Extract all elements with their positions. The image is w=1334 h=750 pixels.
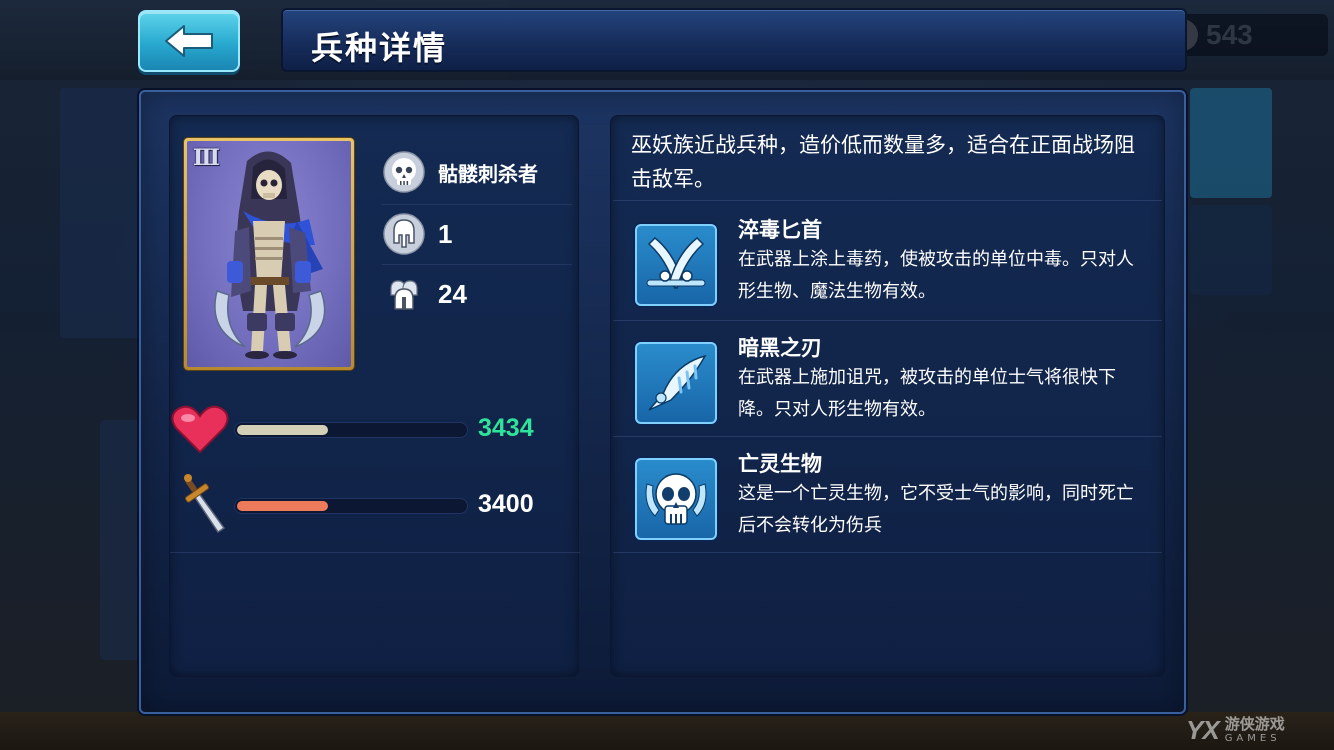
attack-value: 3400	[478, 490, 534, 518]
page-title: 兵种详情	[311, 29, 448, 67]
heart-icon	[171, 405, 229, 454]
unit-description: 巫妖族近战兵种，造价低而数量多，适合在正面战场阻击敌军。	[631, 133, 1135, 191]
skill-item[interactable]: 淬毒匕首 在武器上涂上毒药，使被攻击的单位中毒。只对人形生物、魔法生物有效。	[611, 202, 1166, 320]
divider	[382, 264, 572, 265]
divider	[382, 204, 572, 205]
health-value: 3434	[478, 414, 534, 442]
divider	[170, 552, 580, 553]
skill-name: 暗黑之刃	[738, 336, 822, 360]
watermark: YX 游侠游戏 GAMES	[1186, 712, 1334, 748]
health-bar-fill	[237, 425, 328, 435]
helmet-icon	[382, 212, 426, 256]
skill-item[interactable]: 亡灵生物 这是一个亡灵生物，它不受士气的影响，同时死亡后不会转化为伤兵	[611, 436, 1166, 554]
back-button[interactable]	[138, 10, 240, 72]
poison-dagger-icon	[635, 224, 717, 306]
arrow-left-icon	[165, 25, 213, 57]
skill-name: 亡灵生物	[738, 452, 822, 476]
bg-side-tab	[1190, 205, 1272, 295]
title-banner: 兵种详情	[281, 8, 1187, 72]
skeleton-assassin-figure	[214, 151, 326, 359]
divider	[613, 200, 1162, 201]
divider	[613, 552, 1162, 553]
unit-portrait-card: III	[184, 138, 354, 370]
attack-stat: 3400	[170, 474, 580, 536]
health-stat: 3434	[170, 400, 580, 460]
skill-description: 在武器上涂上毒药，使被攻击的单位中毒。只对人形生物、魔法生物有效。	[738, 249, 1134, 302]
skill-item[interactable]: 暗黑之刃 在武器上施加诅咒，被攻击的单位士气将很快下降。只对人形生物有效。	[611, 320, 1166, 438]
sword-icon	[184, 474, 226, 534]
background-footer	[0, 712, 1334, 750]
unit-detail-frame: III 骷髅刺杀者 1 24 3434 3400 巫妖族近战兵种，造价低而数量多…	[139, 90, 1186, 714]
health-bar	[234, 422, 468, 438]
skill-description: 在武器上施加诅咒，被攻击的单位士气将很快下降。只对人形生物有效。	[738, 367, 1116, 420]
unit-name: 骷髅刺杀者	[438, 161, 538, 186]
unit-stats-panel: III 骷髅刺杀者 1 24 3434 3400	[169, 115, 580, 677]
unit-portrait: III	[187, 141, 351, 367]
unit-name-row: 骷髅刺杀者	[382, 146, 572, 198]
watermark-en: GAMES	[1224, 732, 1281, 744]
attack-bar-fill	[237, 501, 328, 511]
unit-level-row: 1	[382, 208, 572, 260]
bg-left-panel	[60, 88, 142, 338]
watermark-cn: 游侠游戏	[1224, 714, 1285, 733]
unit-population: 24	[438, 278, 467, 309]
undead-skull-icon	[635, 458, 717, 540]
skill-name: 淬毒匕首	[738, 218, 822, 242]
skill-description: 这是一个亡灵生物，它不受士气的影响，同时死亡后不会转化为伤兵	[738, 483, 1134, 536]
dark-blade-icon	[635, 342, 717, 424]
unit-population-row: 24	[382, 268, 572, 320]
bg-left-panel	[100, 420, 142, 660]
watermark-logo: YX	[1186, 714, 1220, 745]
bg-side-tab	[1190, 88, 1272, 198]
skull-icon	[382, 150, 426, 194]
unit-info-panel: 巫妖族近战兵种，造价低而数量多，适合在正面战场阻击敌军。 淬毒匕首 在武器上涂上…	[610, 115, 1165, 677]
attack-bar	[234, 498, 468, 514]
unit-level: 1	[438, 218, 453, 249]
troops-icon	[382, 272, 426, 316]
